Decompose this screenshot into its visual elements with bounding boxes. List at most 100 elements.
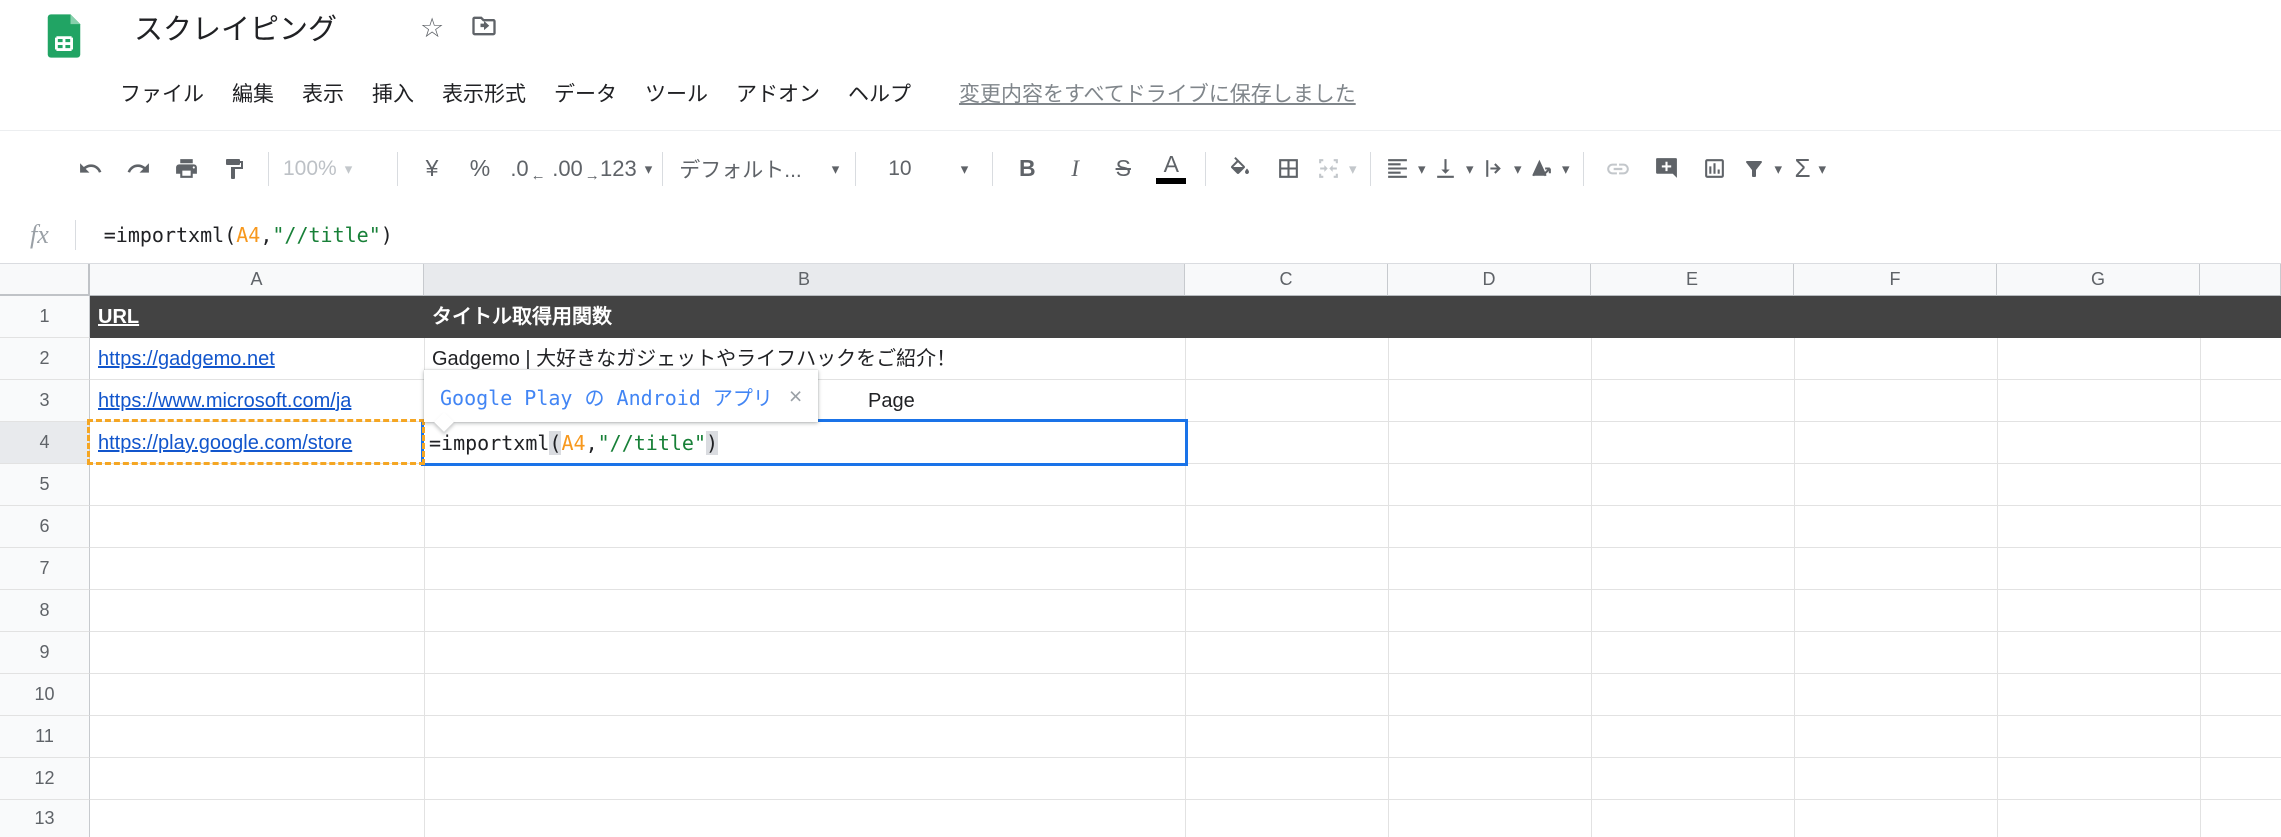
redo-icon [127,163,149,173]
merge-cells-button[interactable]: ▾ [1312,145,1360,193]
gridline [90,547,2281,548]
column-header-e[interactable]: E [1591,264,1794,296]
row-header-7[interactable]: 7 [0,548,90,590]
cell-b4-edit[interactable]: =importxml(A4, "//title") [421,419,1188,466]
text-wrap-button[interactable]: ▾ [1477,145,1525,193]
select-all-corner[interactable] [0,264,90,296]
column-header-d[interactable]: D [1388,264,1591,296]
document-title[interactable]: スクレイピング [134,6,337,48]
format-currency-button[interactable]: ¥ [408,145,456,193]
move-to-folder-icon[interactable] [470,12,498,45]
column-header-c[interactable]: C [1185,264,1388,296]
column-header-h-partial[interactable] [2200,264,2281,296]
bold-button[interactable]: B [1003,145,1051,193]
save-status[interactable]: 変更内容をすべてドライブに保存しました [959,78,1356,108]
redo-button[interactable] [114,145,162,193]
row-header-6[interactable]: 6 [0,506,90,548]
fill-color-icon [1231,156,1250,174]
arrow-left-icon: ← [530,167,546,184]
row-header-10[interactable]: 10 [0,674,90,716]
text-wrap-icon [1486,160,1501,177]
insert-link-button[interactable] [1594,145,1642,193]
zoom-select[interactable]: 100% ▾ [279,145,387,193]
horizontal-align-button[interactable]: ▾ [1381,145,1429,193]
column-header-b[interactable]: B [424,264,1185,296]
formula-input[interactable]: =importxml(A4,"//title") [104,223,393,247]
number-format-button[interactable]: 123 ▾ [600,145,652,193]
insert-chart-button[interactable] [1690,145,1738,193]
chevron-down-icon: ▾ [1774,160,1783,178]
toolbar-divider [268,151,269,186]
text-color-button[interactable]: A [1147,145,1195,193]
chevron-down-icon: ▾ [960,160,969,178]
undo-button[interactable] [66,145,114,193]
text-rotation-button[interactable]: ▾ [1525,145,1573,193]
row-header-2[interactable]: 2 [0,338,90,380]
borders-button[interactable] [1264,145,1312,193]
vertical-align-button[interactable]: ▾ [1429,145,1477,193]
menu-tools[interactable]: ツール [631,78,722,108]
gridline [2200,296,2201,837]
row-header-5[interactable]: 5 [0,464,90,506]
cell-a3[interactable]: https://www.microsoft.com/ja [90,380,424,422]
column-header-a[interactable]: A [90,264,424,296]
font-size-select[interactable]: 10 ▾ [866,145,982,193]
row-header-12[interactable]: 12 [0,758,90,800]
menu-insert[interactable]: 挿入 [358,78,428,108]
chevron-down-icon: ▾ [1417,160,1426,178]
filter-button[interactable]: ▾ [1738,145,1786,193]
menu-format[interactable]: 表示形式 [428,78,540,108]
print-button[interactable] [162,145,210,193]
star-icon[interactable]: ☆ [420,15,444,42]
menu-file[interactable]: ファイル [120,78,218,108]
chevron-down-icon: ▾ [1561,160,1570,178]
filter-icon [1746,160,1763,177]
row-header-9[interactable]: 9 [0,632,90,674]
text-rotation-icon [1532,159,1551,177]
toolbar-divider [1583,151,1585,186]
italic-button[interactable]: I [1051,145,1099,193]
menu-edit[interactable]: 編集 [218,78,288,108]
gridline [90,631,2281,632]
paint-format-icon [226,158,243,179]
cell-a1[interactable]: URL [90,296,424,338]
strikethrough-button[interactable]: S [1099,145,1147,193]
row-header-11[interactable]: 11 [0,716,90,758]
cell-b3[interactable]: Page [860,380,1185,422]
increase-decimal-button[interactable]: .00 → [552,145,600,193]
toolbar: 100% ▾ ¥ % .0 ← .00 → 123 ▾ デフォルト... ▾ 10 ▾ B … [0,130,2281,206]
cell-a2[interactable]: https://gadgemo.net [90,338,424,380]
gridline [90,799,2281,800]
arrow-right-icon: → [584,167,600,184]
insert-comment-button[interactable] [1642,145,1690,193]
sheets-logo-icon[interactable] [38,10,90,62]
merge-cells-icon [1319,159,1338,178]
menu-help[interactable]: ヘルプ [834,78,925,108]
row-header-1[interactable]: 1 [0,296,90,338]
row-header-13[interactable]: 13 [0,800,90,837]
functions-button[interactable]: Σ ▾ [1786,145,1834,193]
decrease-decimal-button[interactable]: .0 ← [504,145,552,193]
formula-range-highlight-a4 [87,419,425,465]
format-percent-button[interactable]: % [456,145,504,193]
row-header-8[interactable]: 8 [0,590,90,632]
menu-data[interactable]: データ [540,78,631,108]
row-header-3[interactable]: 3 [0,380,90,422]
menu-view[interactable]: 表示 [288,78,358,108]
google-sheets-app: スクレイピング ☆ ファイル 編集 表示 挿入 表示形式 データ ツール アドオ… [0,0,2281,837]
gridline [90,589,2281,590]
column-header-g[interactable]: G [1997,264,2200,296]
vertical-align-bottom-icon [1437,159,1454,178]
font-select[interactable]: デフォルト... ▾ [673,145,845,193]
fill-color-button[interactable] [1216,145,1264,193]
close-icon[interactable]: × [789,383,802,410]
menu-addons[interactable]: アドオン [722,78,834,108]
gridline [90,757,2281,758]
formula-bar[interactable]: fx =importxml(A4,"//title") [0,206,2281,264]
paint-format-button[interactable] [210,145,258,193]
cell-b1[interactable]: タイトル取得用関数 [424,296,1185,338]
column-header-f[interactable]: F [1794,264,1997,296]
fx-icon: fx [30,219,49,249]
align-left-icon [1388,159,1407,178]
row-header-4[interactable]: 4 [0,422,90,464]
